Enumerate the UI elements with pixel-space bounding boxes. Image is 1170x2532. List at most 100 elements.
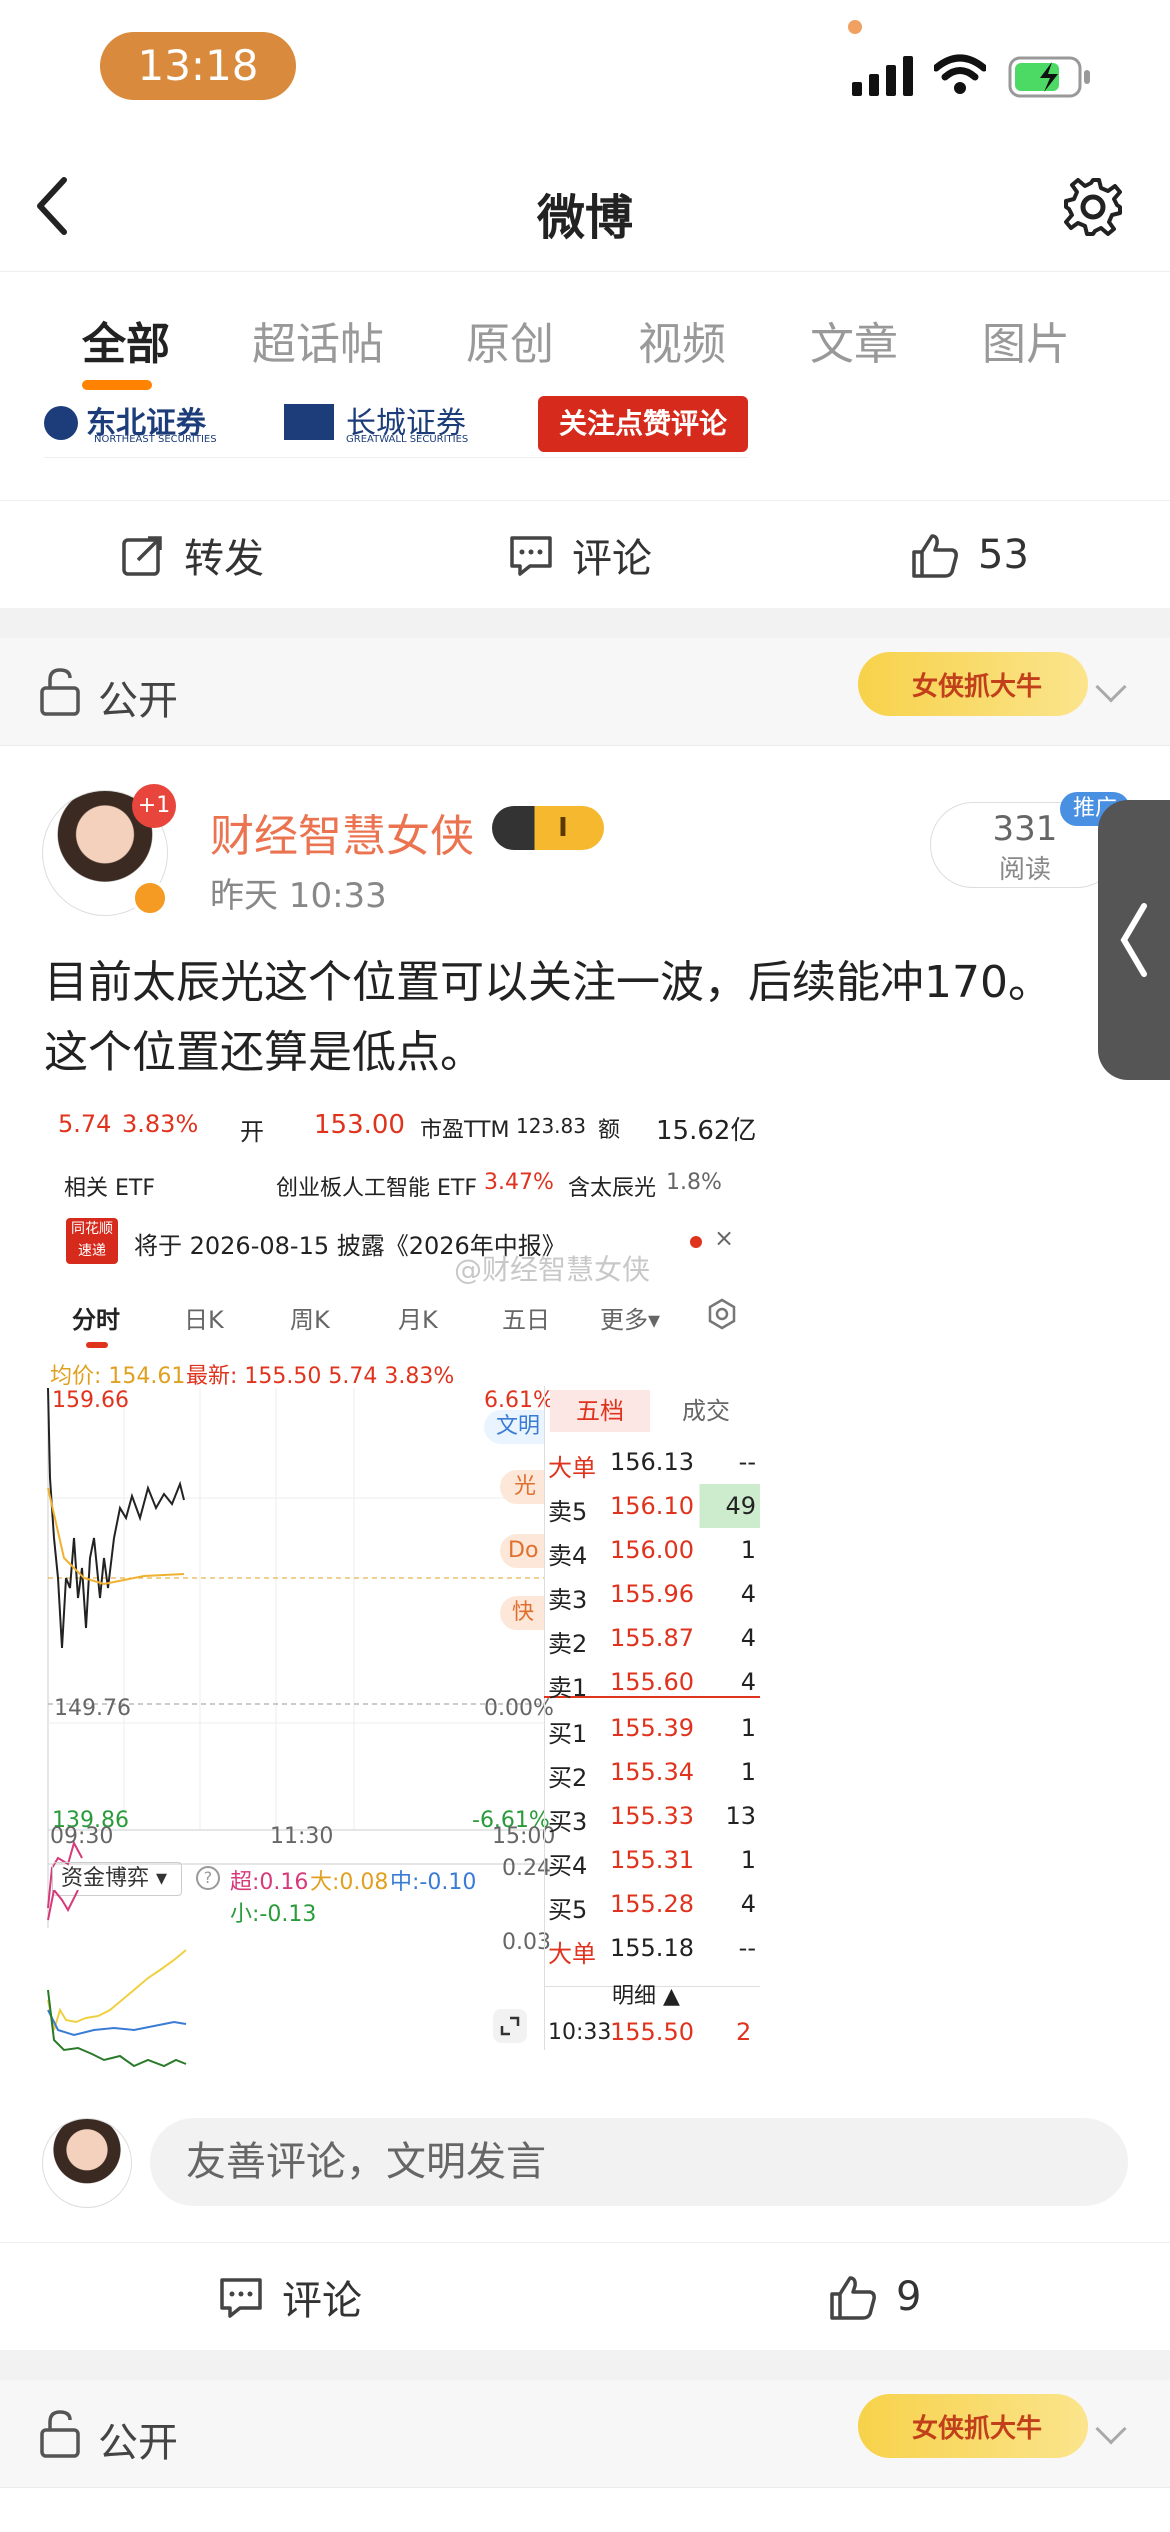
orderbook-level-label: 大单	[548, 1454, 596, 1482]
orderbook-level-label: 卖2	[548, 1630, 588, 1658]
like-count: 53	[978, 532, 1029, 578]
orderbook-row: 卖5 156.10 49	[544, 1484, 760, 1528]
post-comment-label: 评论	[282, 2278, 362, 2324]
follow-like-comment-sticker: 关注点赞评论	[538, 396, 748, 452]
orderbook-price: 156.10	[610, 1492, 694, 1520]
orderbook-level-label: 买1	[548, 1720, 588, 1748]
chart-tab-more[interactable]: 更多▾	[600, 1300, 660, 1335]
active-tab-indicator	[82, 380, 152, 390]
repost-icon	[122, 536, 162, 576]
northeast-securities-logo: 东北证券 NORTHEAST SECURITIES	[44, 398, 234, 452]
post-comment-button[interactable]: 评论	[218, 2243, 362, 2351]
comment-input[interactable]: 友善评论，文明发言	[150, 2118, 1128, 2206]
tab-article[interactable]: 文章	[810, 308, 898, 372]
settings-gear-icon[interactable]	[1062, 176, 1124, 238]
orderbook-volume: 1	[740, 1536, 756, 1564]
side-tag-4[interactable]: 快	[500, 1596, 544, 1630]
ths-express-logo: 同花顺 速递	[66, 1218, 118, 1264]
etf-label[interactable]: 相关 ETF	[64, 1170, 155, 1202]
thumbs-up-icon	[912, 534, 958, 578]
etf-pct: 3.47%	[484, 1170, 554, 1195]
orderbook-price: 155.28	[610, 1890, 694, 1918]
orderbook-level-label: 卖3	[548, 1586, 588, 1614]
avg-price: 均价: 154.61	[50, 1364, 186, 1389]
last-trade-time: 10:33	[548, 2020, 612, 2045]
post-like-button[interactable]: 9	[828, 2243, 921, 2351]
orderbook-row: 大单 156.13 --	[544, 1440, 760, 1484]
chart-settings-icon[interactable]	[706, 1298, 738, 1330]
time-mid: 11:30	[270, 1824, 334, 1849]
orderbook-volume: 4	[740, 1580, 756, 1608]
orderbook-row: 卖4 156.00 1	[544, 1528, 760, 1572]
filter-tabs: 全部 超话帖 原创 视频 文章 图片	[0, 272, 1170, 390]
nvxia-badge: 女侠抓大牛	[858, 2394, 1088, 2458]
page-title: 微博	[536, 190, 633, 246]
help-icon[interactable]: ?	[196, 1866, 220, 1890]
my-avatar[interactable]	[42, 2118, 132, 2208]
read-label: 阅读	[998, 855, 1051, 885]
orderbook-price: 156.13	[610, 1448, 694, 1476]
side-tag-2[interactable]: 光	[500, 1470, 544, 1504]
chart-tab-intraday[interactable]: 分时	[72, 1300, 120, 1335]
detail-toggle[interactable]: 明细 ▲	[612, 1978, 680, 2010]
notice-red-dot	[690, 1236, 702, 1248]
orderbook-volume: 4	[740, 1668, 756, 1696]
author-name[interactable]: 财经智慧女侠	[210, 800, 474, 864]
orderbook-row: 买1 155.39 1	[544, 1706, 760, 1750]
comment-button[interactable]: 评论	[508, 501, 652, 609]
chart-tab-5day[interactable]: 五日	[502, 1300, 550, 1335]
nvxia-badge: 女侠抓大牛	[858, 652, 1088, 716]
unlock-icon	[40, 2410, 80, 2458]
notice-close-icon[interactable]: ×	[714, 1224, 734, 1252]
expand-icon[interactable]	[492, 2008, 528, 2044]
orderbook-price: 155.39	[610, 1714, 694, 1742]
orderbook-volume: 1	[740, 1714, 756, 1742]
tab-topic-posts[interactable]: 超话帖	[252, 308, 384, 372]
post-like-count: 9	[896, 2274, 922, 2320]
recording-dot	[848, 20, 862, 34]
price-change-pct: 3.83%	[122, 1110, 199, 1138]
unlock-icon	[40, 668, 80, 716]
last-trade-price: 155.50	[610, 2018, 694, 2046]
tab-image[interactable]: 图片	[982, 308, 1070, 372]
side-tag-3[interactable]: Do	[500, 1534, 544, 1568]
visibility-label: 公开	[98, 2420, 178, 2466]
nav-bar: 微博	[0, 140, 1170, 272]
orderbook-volume: --	[738, 1934, 756, 1962]
tab-original[interactable]: 原创	[466, 308, 554, 372]
chart-tab-indicator	[86, 1342, 108, 1348]
orderbook-price: 155.34	[610, 1758, 694, 1786]
status-time: 13:18	[100, 32, 296, 100]
orderbook-row: 卖2 155.87 4	[544, 1616, 760, 1660]
chart-tab-daily[interactable]: 日K	[184, 1300, 224, 1335]
post-text-line-1: 目前太辰光这个位置可以关注一波，后续能冲170。	[44, 957, 1052, 1008]
open-label: 开	[240, 1118, 264, 1146]
post-body: 目前太辰光这个位置可以关注一波，后续能冲170。 这个位置还算是低点。	[44, 948, 1124, 1088]
chart-tab-weekly[interactable]: 周K	[290, 1300, 330, 1335]
orderbook-row: 买2 155.34 1	[544, 1750, 760, 1794]
orderbook-volume: 13	[725, 1802, 756, 1830]
chevron-down-icon[interactable]	[1095, 2413, 1127, 2445]
chart-tab-monthly[interactable]: 月K	[398, 1300, 438, 1335]
tab-all[interactable]: 全部	[82, 308, 170, 372]
orderbook-tab-levels[interactable]: 五档	[550, 1390, 650, 1432]
prev-post-image[interactable]: 东北证券 NORTHEAST SECURITIES 长城证券 GREATWALL…	[44, 392, 748, 458]
orderbook-volume: 4	[740, 1890, 756, 1918]
post-image-stock-screenshot[interactable]: 5.74 3.83% 开 153.00 市盈TTM 123.83 额 15.62…	[44, 1100, 760, 2072]
orderbook-level-label: 卖5	[548, 1498, 588, 1526]
orderbook-level-label: 买3	[548, 1808, 588, 1836]
tab-video[interactable]: 视频	[638, 308, 726, 372]
orderbook-level-label: 卖4	[548, 1542, 588, 1570]
signal-icon	[852, 56, 913, 96]
repost-button[interactable]: 转发	[120, 501, 264, 609]
holding-pct: 1.8%	[666, 1170, 722, 1195]
prev-post-action-bar: 转发 评论 53	[0, 500, 1170, 608]
orderbook-level-label: 买4	[548, 1852, 588, 1880]
visibility-row-next: 公开 女侠抓大牛	[0, 2380, 1170, 2488]
chevron-down-icon[interactable]	[1095, 671, 1127, 703]
like-button[interactable]: 53	[910, 501, 1029, 609]
verified-v-icon	[132, 880, 168, 916]
side-tag-1[interactable]: 文明	[484, 1410, 544, 1444]
orderbook-tab-trades[interactable]: 成交	[656, 1390, 756, 1432]
orderbook-level-label: 大单	[548, 1940, 596, 1968]
